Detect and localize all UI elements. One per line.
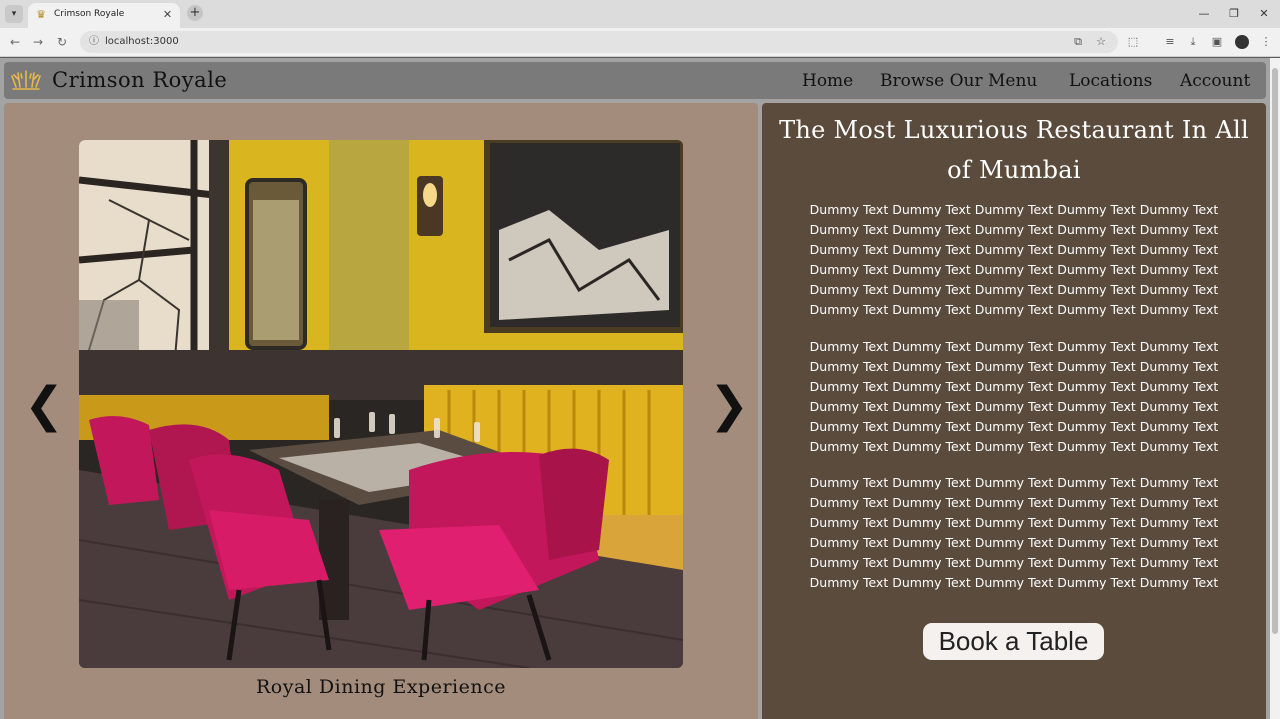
reload-icon[interactable]: ↻ bbox=[54, 34, 70, 50]
carousel-next-button[interactable]: ❯ bbox=[709, 381, 749, 429]
media-icon[interactable]: ≡ bbox=[1162, 34, 1178, 50]
menu-icon[interactable]: ⋮ bbox=[1258, 34, 1274, 50]
carousel-caption: Royal Dining Experience bbox=[255, 676, 506, 698]
scrollbar-thumb[interactable] bbox=[1272, 68, 1278, 634]
book-table-button[interactable]: Book a Table bbox=[923, 623, 1104, 660]
tab-title: Crimson Royale bbox=[54, 9, 125, 19]
download-icon[interactable]: ⤓ bbox=[1185, 34, 1201, 50]
crown-logo-icon[interactable] bbox=[9, 69, 43, 93]
back-icon[interactable]: ← bbox=[7, 34, 23, 50]
url-text[interactable]: localhost:3000 bbox=[105, 36, 179, 47]
about-paragraph-1: Dummy Text Dummy Text Dummy Text Dummy T… bbox=[809, 202, 1219, 317]
nav-home[interactable]: Home bbox=[802, 71, 853, 91]
carousel-prev-button[interactable]: ❮ bbox=[24, 381, 64, 429]
about-paragraph-2: Dummy Text Dummy Text Dummy Text Dummy T… bbox=[809, 339, 1219, 454]
new-tab-button[interactable]: + bbox=[187, 5, 203, 21]
tab-list-icon[interactable]: ▾ bbox=[5, 5, 23, 23]
minimize-icon[interactable]: — bbox=[1189, 6, 1219, 22]
carousel-panel: ❮ ❯ Royal Dining Experience bbox=[4, 103, 758, 719]
browser-toolbar: ← → ↻ ⓘ localhost:3000 ⧉ ☆ ⬚ ≡ ⤓ ▣ ⋮ bbox=[0, 28, 1280, 57]
nav-browse-menu[interactable]: Browse Our Menu bbox=[880, 71, 1037, 91]
address-bar[interactable]: ⓘ localhost:3000 ⧉ ☆ bbox=[80, 31, 1118, 53]
nav-account[interactable]: Account bbox=[1180, 71, 1250, 91]
info-icon[interactable]: ⓘ bbox=[86, 34, 102, 50]
star-icon[interactable]: ☆ bbox=[1093, 34, 1109, 50]
restore-icon[interactable]: ❐ bbox=[1219, 6, 1249, 22]
window-close-icon[interactable]: ✕ bbox=[1249, 6, 1279, 22]
headline-line-1: The Most Luxurious Restaurant In All bbox=[779, 116, 1249, 144]
about-paragraph-3: Dummy Text Dummy Text Dummy Text Dummy T… bbox=[809, 475, 1219, 590]
restaurant-interior-image bbox=[79, 140, 683, 668]
sidepanel-icon[interactable]: ▣ bbox=[1209, 34, 1225, 50]
site-navbar: Crimson Royale Home Browse Our Menu Loca… bbox=[4, 62, 1266, 99]
page-scrollbar[interactable] bbox=[1270, 58, 1280, 719]
browser-tabbar: ▾ ♛ Crimson Royale ✕ + — ❐ ✕ bbox=[0, 0, 1280, 28]
profile-icon[interactable] bbox=[1235, 35, 1249, 49]
nav-locations[interactable]: Locations bbox=[1069, 71, 1152, 91]
about-panel: The Most Luxurious Restaurant In All of … bbox=[762, 103, 1266, 719]
headline-line-2: of Mumbai bbox=[947, 156, 1081, 184]
page-viewport: Crimson Royale Home Browse Our Menu Loca… bbox=[0, 58, 1280, 719]
browser-tab[interactable]: ♛ Crimson Royale ✕ bbox=[28, 3, 180, 28]
tab-close-icon[interactable]: ✕ bbox=[160, 7, 175, 22]
crown-favicon-icon: ♛ bbox=[36, 8, 46, 21]
about-headline: The Most Luxurious Restaurant In All of … bbox=[762, 110, 1266, 190]
install-icon[interactable]: ⧉ bbox=[1070, 34, 1086, 50]
forward-icon[interactable]: → bbox=[30, 34, 46, 50]
extensions-icon[interactable]: ⬚ bbox=[1125, 34, 1141, 50]
brand-name[interactable]: Crimson Royale bbox=[52, 68, 227, 92]
